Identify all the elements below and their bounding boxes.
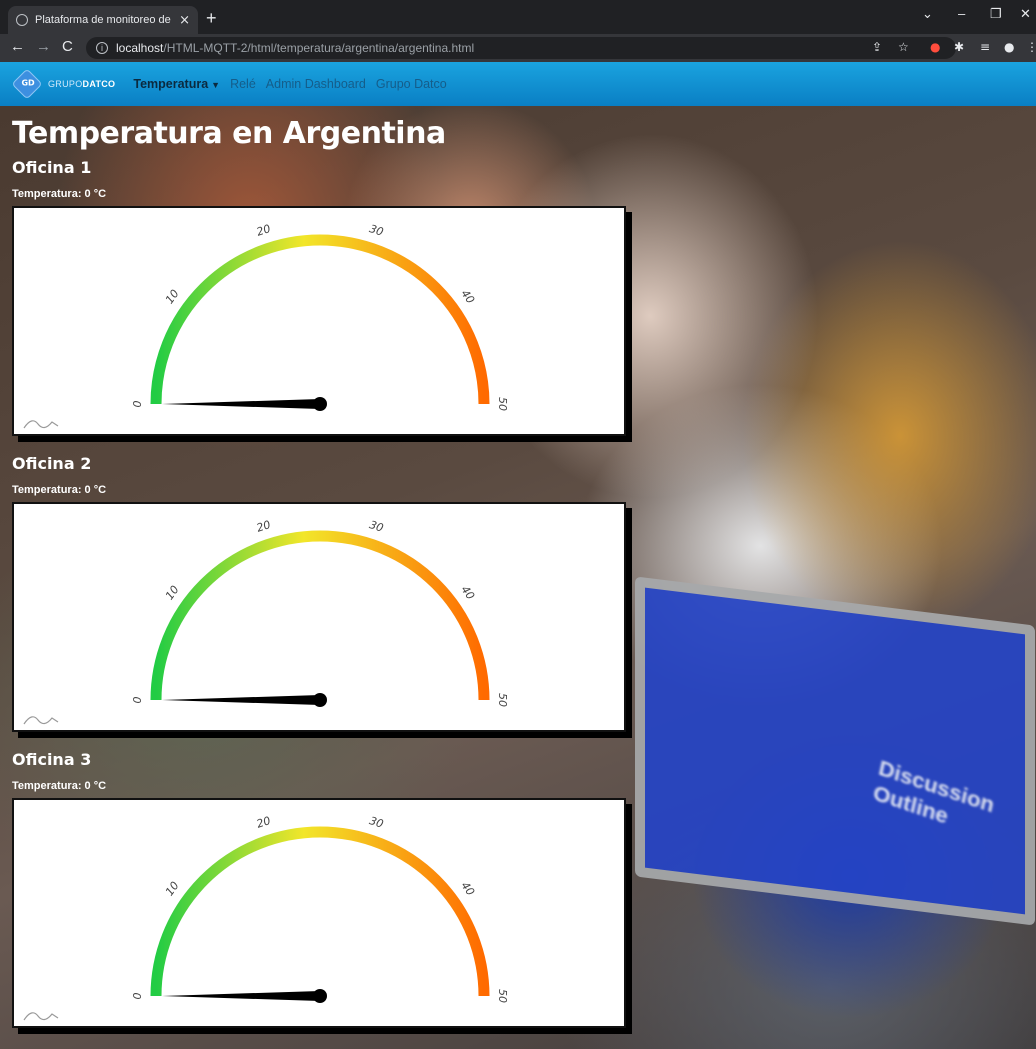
tab-search-icon[interactable]: ⌄: [922, 6, 933, 22]
gauge-pivot: [313, 989, 327, 1003]
new-tab-button[interactable]: +: [206, 8, 217, 29]
reload-icon[interactable]: C: [62, 38, 73, 55]
gauge-chart[interactable]: 0 10 20 30 40 50: [12, 206, 626, 436]
gauge-tick-label: 30: [368, 518, 385, 535]
brand-name: GRUPODATCO: [48, 79, 116, 89]
gauge-tick-label: 30: [368, 222, 385, 239]
nav-item-admin-dashboard[interactable]: Admin Dashboard: [266, 77, 366, 91]
brand[interactable]: GD GRUPODATCO: [11, 68, 116, 100]
gauge-svg: 0 10 20 30 40 50: [23, 222, 509, 429]
address-bar[interactable]: i localhost/HTML-MQTT-2/html/temperatura…: [86, 37, 956, 59]
gauge-tick-label: 10: [163, 879, 182, 898]
gauge-pivot: [313, 397, 327, 411]
nav-item-rele[interactable]: Relé: [230, 77, 256, 91]
office-title: Oficina 2: [12, 454, 92, 473]
gauge-tick-label: 20: [255, 814, 272, 831]
forward-icon[interactable]: →: [36, 38, 51, 55]
extension-shield-icon[interactable]: ●: [930, 40, 940, 54]
tab-close-icon[interactable]: ×: [179, 13, 190, 28]
gauge-tick-label: 0: [131, 993, 144, 1000]
gauge-band: [150, 234, 490, 405]
minimize-icon[interactable]: –: [958, 6, 965, 21]
gauge-tick-label: 40: [458, 583, 477, 602]
gauge-tick-label: 30: [368, 814, 385, 831]
nav-item-grupo-datco[interactable]: Grupo Datco: [376, 77, 447, 91]
gauge-chart[interactable]: 0 10 20 30 40 50: [12, 502, 626, 732]
url-host: localhost: [116, 41, 164, 55]
restore-icon[interactable]: ❐: [990, 6, 1002, 22]
background-photo-laptop: Discussion Outline: [635, 576, 1035, 926]
url-path: /HTML-MQTT-2/html/temperatura/argentina/…: [163, 41, 475, 55]
gauge-chart[interactable]: 0 10 20 30 40 50: [12, 798, 626, 1028]
bookmark-star-icon[interactable]: ☆: [898, 40, 909, 54]
highcharts-logo-icon: [23, 1012, 59, 1021]
gauge-needle: [162, 695, 320, 705]
gauge-tick-label: 50: [496, 693, 509, 707]
gauge-tick-label: 50: [496, 989, 509, 1003]
page-body: Discussion Outline Temperatura en Argenti…: [0, 106, 1036, 1049]
extensions-puzzle-icon[interactable]: ✱: [954, 40, 964, 54]
gauge-needle: [162, 399, 320, 409]
browser-tabstrip: Plataforma de monitoreo de MQ × + ⌄ – ❐ …: [0, 0, 1036, 34]
brand-logo: GD: [11, 68, 43, 100]
profile-icon[interactable]: ●: [1004, 40, 1014, 54]
page-title: Temperatura en Argentina: [12, 116, 446, 151]
highcharts-logo-icon: [23, 420, 59, 429]
tab-title: Plataforma de monitoreo de MQ: [35, 14, 173, 26]
gauge-tick-label: 0: [131, 401, 144, 408]
close-window-icon[interactable]: ✕: [1020, 6, 1031, 22]
menu-dots-icon[interactable]: ⋮: [1026, 40, 1036, 54]
info-icon[interactable]: i: [96, 42, 108, 54]
office-title: Oficina 3: [12, 750, 92, 769]
gauge-svg: 0 10 20 30 40 50: [23, 814, 509, 1021]
gauge-tick-label: 50: [496, 397, 509, 411]
gauge-tick-label: 20: [255, 518, 272, 535]
gauge-tick-label: 10: [163, 287, 182, 306]
gauge-band: [150, 826, 490, 997]
gauge-tick-label: 0: [131, 697, 144, 704]
office-temperature: Temperatura: 0 °C: [12, 780, 107, 792]
highcharts-logo-icon: [23, 716, 59, 725]
browser-toolbar: ← → C i localhost/HTML-MQTT-2/html/tempe…: [0, 34, 1036, 62]
gauge-tick-label: 10: [163, 583, 182, 602]
globe-icon: [16, 14, 28, 26]
gauge-tick-label: 40: [458, 879, 477, 898]
site-navbar: GD GRUPODATCO Temperatura ▼ Relé Admin Da…: [0, 62, 1036, 106]
gauge-needle: [162, 991, 320, 1001]
office-temperature: Temperatura: 0 °C: [12, 484, 107, 496]
browser-tab[interactable]: Plataforma de monitoreo de MQ ×: [8, 6, 198, 34]
office-title: Oficina 1: [12, 158, 92, 177]
gauge-tick-label: 40: [458, 287, 477, 306]
gauge-svg: 0 10 20 30 40 50: [23, 518, 509, 725]
reading-list-icon[interactable]: ≡: [980, 40, 990, 54]
gauge-tick-label: 20: [255, 222, 272, 239]
share-icon[interactable]: ⇪: [872, 40, 882, 54]
gauge-band: [150, 530, 490, 701]
back-icon[interactable]: ←: [10, 38, 25, 55]
caret-down-icon: ▼: [211, 80, 221, 90]
gauge-pivot: [313, 693, 327, 707]
office-temperature: Temperatura: 0 °C: [12, 188, 107, 200]
nav-item-temperatura[interactable]: Temperatura ▼: [133, 77, 220, 91]
